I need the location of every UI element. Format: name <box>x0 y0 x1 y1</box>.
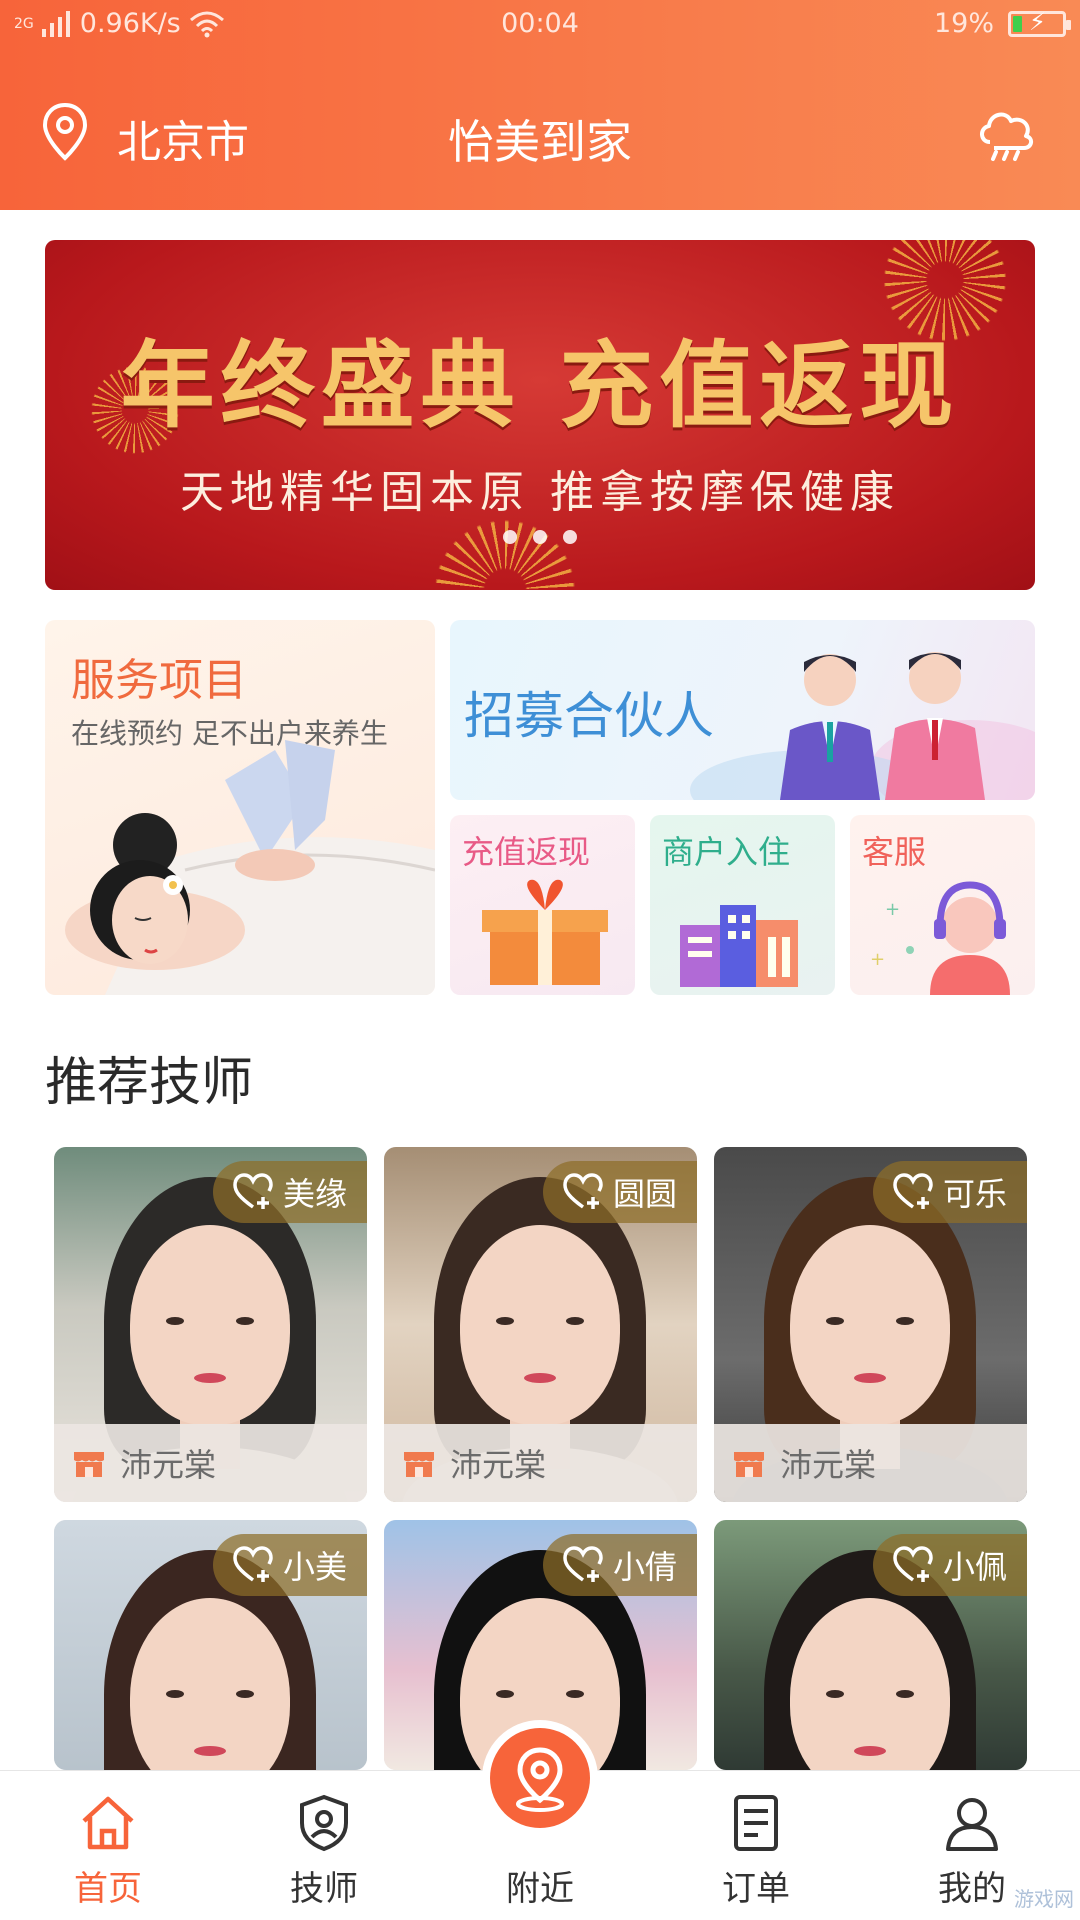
shop-bar: 沛元棠 <box>384 1424 697 1502</box>
headset-agent-icon: + + <box>870 881 1010 995</box>
order-list-icon <box>734 1795 778 1851</box>
app-screen: 2G 0.96K/s 00:04 19% ⚡ 北京市 怡美到家 年终盛典 充值返… <box>0 0 1080 1920</box>
favorite-name-tag[interactable]: 可乐 <box>872 1161 1027 1223</box>
charging-icon: ⚡ <box>1029 7 1046 36</box>
shop-name: 沛元棠 <box>120 1446 217 1484</box>
merchant-join-card[interactable]: 商户入住 <box>650 815 835 995</box>
tab-technician[interactable]: 技师 <box>216 1771 432 1920</box>
buildings-icon <box>680 905 798 987</box>
service-items-card[interactable]: 服务项目 在线预约 足不出户来养生 <box>45 620 435 995</box>
heart-add-icon <box>233 1546 273 1582</box>
clock: 00:04 <box>501 8 579 39</box>
technician-card[interactable]: 小美 <box>54 1520 367 1770</box>
banner-headline: 年终盛典 充值返现 <box>120 331 960 441</box>
favorite-name-tag[interactable]: 小美 <box>212 1534 367 1596</box>
svg-text:+: + <box>870 949 885 970</box>
technician-card[interactable]: 美缘沛元棠 <box>54 1147 367 1502</box>
banner-subline: 天地精华固本原 推拿按摩保健康 <box>180 467 900 518</box>
heart-add-icon <box>893 1546 933 1582</box>
firework-decoration <box>425 510 585 590</box>
nearby-center-button[interactable] <box>490 1728 590 1828</box>
technician-name: 小倩 <box>612 1548 677 1586</box>
tab-orders[interactable]: 订单 <box>648 1771 864 1920</box>
home-icon <box>82 1796 134 1850</box>
technician-name: 美缘 <box>282 1175 347 1213</box>
status-right: 19% ⚡ <box>933 7 1071 39</box>
technician-card[interactable]: 圆圆沛元棠 <box>384 1147 697 1502</box>
shop-name: 沛元棠 <box>780 1446 877 1484</box>
battery-level <box>1013 15 1023 32</box>
shop-bar: 沛元棠 <box>54 1424 367 1502</box>
shield-user-icon <box>300 1794 348 1852</box>
svg-text:+: + <box>885 899 900 920</box>
recruit-partner-card[interactable]: 招募合伙人 <box>450 620 1035 800</box>
heart-add-icon <box>563 1173 603 1209</box>
heart-add-icon <box>893 1173 933 1209</box>
technician-card[interactable]: 小佩 <box>714 1520 1027 1770</box>
favorite-name-tag[interactable]: 美缘 <box>212 1161 367 1223</box>
gift-box-icon <box>482 879 608 985</box>
tab-label-home: 首页 <box>74 1869 142 1909</box>
carousel-dot[interactable] <box>563 530 577 544</box>
technician-name: 圆圆 <box>612 1175 677 1213</box>
shop-bar: 沛元棠 <box>714 1424 1027 1502</box>
favorite-name-tag[interactable]: 圆圆 <box>542 1161 697 1223</box>
heart-add-icon <box>563 1546 603 1582</box>
battery-percent: 19% <box>933 8 994 39</box>
carousel-dot[interactable] <box>533 530 547 544</box>
status-bar: 2G 0.96K/s 00:04 19% ⚡ <box>0 0 1080 52</box>
carousel-dots[interactable] <box>45 530 1035 544</box>
battery-icon: ⚡ <box>1008 7 1071 37</box>
massage-illustration <box>65 740 435 995</box>
tab-label-technician: 技师 <box>290 1869 358 1909</box>
weather-cloud-icon[interactable] <box>976 104 1038 162</box>
nearby-location-icon <box>516 1747 564 1812</box>
top-header: 2G 0.96K/s 00:04 19% ⚡ 北京市 怡美到家 <box>0 0 1080 210</box>
technician-name: 小美 <box>282 1548 347 1586</box>
favorite-name-tag[interactable]: 小佩 <box>872 1534 1027 1596</box>
shop-icon <box>404 1452 434 1477</box>
customer-service-card[interactable]: 客服 + + <box>850 815 1035 995</box>
tab-label-orders: 订单 <box>722 1869 790 1909</box>
user-profile-icon <box>946 1798 998 1851</box>
technician-name: 小佩 <box>942 1548 1007 1586</box>
technician-card[interactable]: 可乐沛元棠 <box>714 1147 1027 1502</box>
technician-name: 可乐 <box>942 1175 1007 1213</box>
partners-illustration <box>690 652 1035 800</box>
nav-bar: 北京市 怡美到家 <box>0 80 1080 190</box>
watermark: 游戏网 <box>1014 1887 1074 1911</box>
favorite-name-tag[interactable]: 小倩 <box>542 1534 697 1596</box>
section-title-recommended: 推荐技师 <box>45 1053 254 1113</box>
shop-name: 沛元棠 <box>450 1446 547 1484</box>
tab-label-nearby: 附近 <box>506 1869 574 1909</box>
tab-home[interactable]: 首页 <box>0 1771 216 1920</box>
app-title: 怡美到家 <box>448 115 632 169</box>
heart-add-icon <box>233 1173 273 1209</box>
promo-banner[interactable]: 年终盛典 充值返现 天地精华固本原 推拿按摩保健康 <box>45 240 1035 590</box>
carousel-dot[interactable] <box>503 530 517 544</box>
recharge-cashback-card[interactable]: 充值返现 <box>450 815 635 995</box>
shop-icon <box>74 1452 104 1477</box>
shop-icon <box>734 1452 764 1477</box>
